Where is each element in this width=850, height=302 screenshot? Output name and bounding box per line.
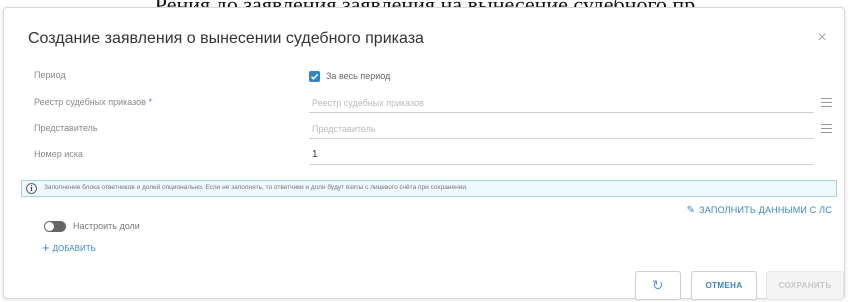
check-icon	[310, 73, 319, 80]
fill-from-account-link[interactable]: ✎ Заполнить данными с ЛС	[687, 205, 832, 216]
representative-menu-icon[interactable]	[821, 124, 832, 134]
representative-placeholder: Представитель	[312, 124, 376, 134]
refresh-button[interactable]: ↻	[635, 271, 681, 300]
whole-period-checkbox[interactable]	[309, 71, 320, 82]
registry-field[interactable]: Реестр судебных приказов	[309, 95, 832, 113]
claim-number-label: Номер иска	[34, 149, 83, 159]
cancel-button[interactable]: Отмена	[691, 271, 757, 300]
shares-toggle-label: Настроить доли	[73, 221, 140, 231]
pencil-icon: ✎	[686, 205, 696, 216]
whole-period-label[interactable]: За весь период	[326, 71, 390, 81]
claim-number-value: 1	[312, 149, 318, 160]
info-text: Заполнение блока ответчиков и долей опци…	[44, 184, 468, 191]
registry-placeholder: Реестр судебных приказов	[312, 98, 424, 108]
shares-toggle[interactable]	[44, 221, 66, 232]
required-mark: *	[148, 97, 152, 107]
add-label: Добавить	[52, 244, 96, 253]
plus-icon: +	[42, 240, 50, 255]
registry-menu-icon[interactable]	[821, 98, 832, 108]
toggle-knob	[45, 222, 54, 231]
create-court-order-dialog: Создание заявления о вынесении судебного…	[3, 7, 845, 300]
save-button[interactable]: Сохранить	[766, 271, 844, 300]
info-icon: i	[26, 183, 37, 194]
registry-label: Реестр судебных приказов *	[34, 97, 152, 107]
period-label: Период	[34, 70, 66, 80]
info-banner: i Заполнение блока ответчиков и долей оп…	[21, 180, 837, 197]
claim-number-field[interactable]: 1	[309, 147, 814, 165]
registry-label-text: Реестр судебных приказов	[34, 97, 146, 107]
add-button[interactable]: + Добавить	[42, 240, 96, 255]
dialog-title: Создание заявления о вынесении судебного…	[28, 30, 424, 47]
close-icon[interactable]: ×	[814, 30, 830, 46]
representative-label: Представитель	[34, 123, 98, 133]
fill-link-label: Заполнить данными с ЛС	[699, 205, 832, 215]
representative-field[interactable]: Представитель	[309, 121, 832, 139]
